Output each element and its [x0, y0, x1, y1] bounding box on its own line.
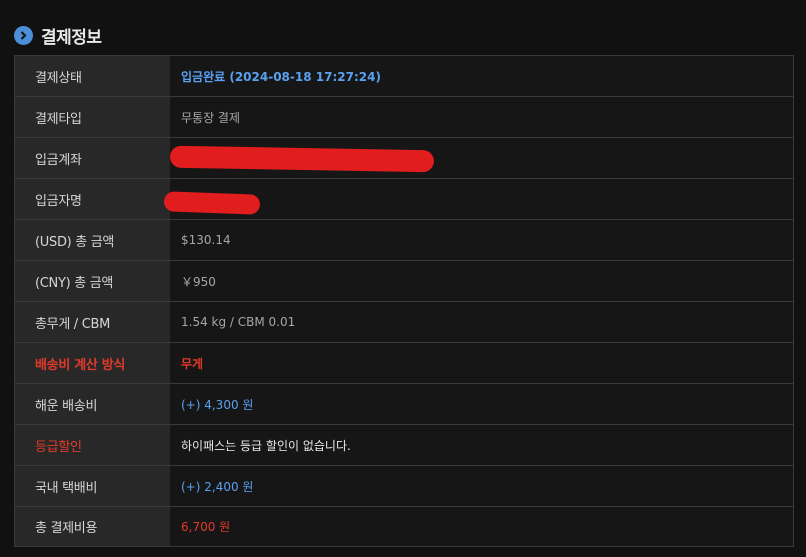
- payment-status-value: 입금완료 (2024-08-18 17:27:24): [170, 56, 793, 96]
- usd-total-value: $130.14: [170, 220, 793, 260]
- table-row-depositor-name: 입금자명: [15, 179, 793, 220]
- deposit-account-value: [169, 138, 793, 178]
- row-label: 총무게 / CBM: [15, 302, 170, 342]
- table-row-payment-type: 결제타입 무통장 결제: [15, 97, 793, 138]
- total-payment-value: 6,700 원: [170, 507, 793, 546]
- redaction-mark: [163, 191, 261, 215]
- weight-cbm-value: 1.54 kg / CBM 0.01: [170, 302, 793, 342]
- section-title: 결제정보: [41, 27, 102, 48]
- sea-shipping-value: (+) 4,300 원: [170, 384, 793, 424]
- table-row-grade-discount: 등급할인 하이패스는 등급 할인이 없습니다.: [15, 425, 793, 466]
- table-row-weight-cbm: 총무게 / CBM 1.54 kg / CBM 0.01: [15, 302, 793, 343]
- row-label: (CNY) 총 금액: [15, 261, 170, 301]
- chevron-right-icon: [14, 25, 33, 45]
- section-header: 결제정보: [14, 23, 102, 48]
- depositor-name-value: [163, 179, 793, 219]
- grade-discount-value: 하이패스는 등급 할인이 없습니다.: [170, 425, 793, 465]
- redaction-mark: [169, 145, 435, 173]
- domestic-delivery-value: (+) 2,400 원: [170, 466, 793, 506]
- row-label: 해운 배송비: [15, 384, 170, 424]
- row-label: 국내 택배비: [15, 466, 170, 506]
- row-label: 결제상태: [15, 56, 170, 96]
- row-label: 등급할인: [15, 425, 170, 465]
- table-row-total-payment: 총 결제비용 6,700 원: [15, 507, 793, 547]
- row-label: 배송비 계산 방식: [15, 343, 170, 383]
- row-label: 입금자명: [15, 179, 170, 219]
- table-row-deposit-account: 입금계좌: [15, 138, 793, 179]
- cny-total-value: ￥950: [170, 261, 793, 301]
- row-label: 입금계좌: [15, 138, 170, 178]
- shipping-method-value: 무게: [170, 343, 793, 383]
- table-row-sea-shipping: 해운 배송비 (+) 4,300 원: [15, 384, 793, 425]
- payment-info-table: 결제상태 입금완료 (2024-08-18 17:27:24) 결제타입 무통장…: [14, 55, 794, 547]
- table-row-usd-total: (USD) 총 금액 $130.14: [15, 220, 793, 261]
- row-label: (USD) 총 금액: [15, 220, 170, 260]
- table-row-cny-total: (CNY) 총 금액 ￥950: [15, 261, 793, 302]
- row-label: 총 결제비용: [15, 507, 170, 546]
- table-row-shipping-method: 배송비 계산 방식 무게: [15, 343, 793, 384]
- payment-type-value: 무통장 결제: [170, 97, 793, 137]
- row-label: 결제타입: [15, 97, 170, 137]
- table-row-payment-status: 결제상태 입금완료 (2024-08-18 17:27:24): [15, 56, 793, 97]
- table-row-domestic-delivery: 국내 택배비 (+) 2,400 원: [15, 466, 793, 507]
